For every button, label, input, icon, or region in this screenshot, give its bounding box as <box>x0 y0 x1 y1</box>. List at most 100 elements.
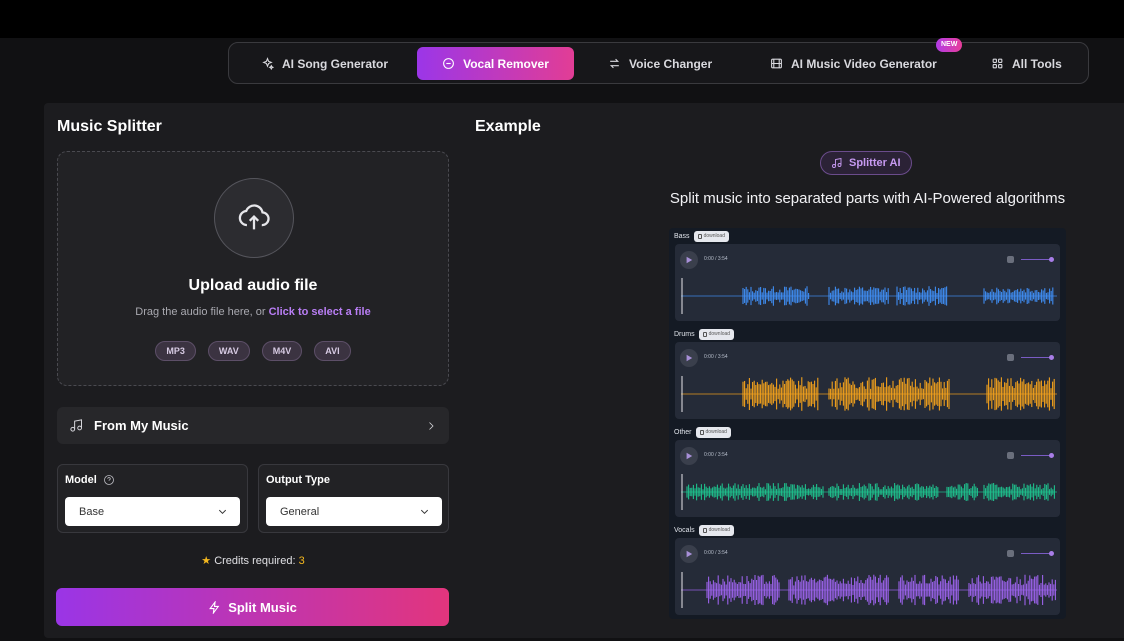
track-header: Other download <box>674 426 731 438</box>
credits-label: Credits required: <box>214 555 296 567</box>
volume-handle[interactable] <box>1049 453 1054 458</box>
minus-circle-icon <box>443 58 454 69</box>
tab-ai-song-generator[interactable]: AI Song Generator <box>261 47 388 80</box>
model-value: Base <box>79 505 105 518</box>
file-icon <box>699 429 704 435</box>
example-title: Example <box>475 118 541 135</box>
track-player: 0:00 / 3:54 <box>675 244 1060 321</box>
chevron-down-icon <box>218 509 227 514</box>
volume-slider[interactable] <box>1021 259 1051 260</box>
volume-handle[interactable] <box>1049 551 1054 556</box>
play-icon <box>686 550 693 558</box>
volume-slider[interactable] <box>1021 553 1051 554</box>
track-name: Bass <box>674 232 690 240</box>
format-badge-mp3: MP3 <box>155 341 196 361</box>
model-group: Model Base <box>57 464 248 533</box>
tab-label: All Tools <box>1012 56 1062 71</box>
download-label: download <box>703 233 725 239</box>
grid-icon <box>992 58 1003 69</box>
volume-handle[interactable] <box>1049 355 1054 360</box>
download-button[interactable]: download <box>698 328 735 340</box>
download-label: download <box>708 527 731 533</box>
upload-hint: Drag the audio file here, or Click to se… <box>58 306 448 318</box>
download-button[interactable]: download <box>693 230 729 242</box>
waveform[interactable] <box>679 570 1057 610</box>
tab-label: Voice Changer <box>629 56 713 71</box>
volume-icon[interactable] <box>1007 452 1014 459</box>
example-subtitle: Split music into separated parts with AI… <box>669 190 1066 207</box>
track-header: Drums download <box>674 328 735 340</box>
tab-all-tools[interactable]: All Tools <box>991 47 1062 80</box>
output-type-value: General <box>280 505 320 518</box>
play-button[interactable] <box>680 349 698 367</box>
top-bar <box>0 0 1124 38</box>
track-header: Vocals download <box>674 524 735 536</box>
volume-icon[interactable] <box>1007 550 1014 557</box>
download-button[interactable]: download <box>695 426 731 438</box>
play-icon <box>686 256 693 264</box>
waveform[interactable] <box>679 276 1057 316</box>
help-icon[interactable] <box>103 474 115 486</box>
upload-dropzone[interactable]: Upload audio file Drag the audio file he… <box>57 151 449 386</box>
chevron-down-icon <box>420 509 429 514</box>
volume-icon[interactable] <box>1007 354 1014 361</box>
upload-button[interactable] <box>214 178 294 258</box>
splitter-ai-badge: Splitter AI <box>820 151 912 175</box>
lightning-icon <box>209 600 220 614</box>
track-time: 0:00 / 3:54 <box>704 452 728 458</box>
split-music-button[interactable]: Split Music <box>56 588 449 626</box>
tools-nav: AI Song Generator Vocal Remover Voice Ch… <box>228 38 1089 84</box>
format-badge-m4v: M4V <box>261 341 303 361</box>
volume-icon[interactable] <box>1007 256 1014 263</box>
track-name: Drums <box>674 330 695 338</box>
tab-vocal-remover[interactable]: Vocal Remover <box>417 47 574 80</box>
format-badge-avi: AVI <box>314 341 351 361</box>
file-icon <box>702 331 707 337</box>
credits-value: 3 <box>298 555 305 567</box>
track-player: 0:00 / 3:54 <box>675 440 1060 517</box>
chevron-right-icon <box>429 421 434 430</box>
swap-icon <box>609 58 620 69</box>
model-select[interactable]: Base <box>65 497 240 526</box>
format-list: MP3 WAV M4V AVI <box>58 341 448 361</box>
waveform[interactable] <box>679 374 1057 414</box>
play-icon <box>686 452 693 460</box>
play-button[interactable] <box>680 251 698 269</box>
output-type-label-text: Output Type <box>266 474 330 486</box>
track-time: 0:00 / 3:54 <box>704 354 728 360</box>
new-badge: NEW <box>936 38 963 52</box>
download-label: download <box>705 429 727 435</box>
download-label: download <box>708 331 731 337</box>
music-note-icon <box>70 419 82 432</box>
volume-slider[interactable] <box>1021 357 1051 358</box>
tab-ai-music-video-generator[interactable]: AI Music Video Generator <box>770 47 937 80</box>
volume-slider[interactable] <box>1021 455 1051 456</box>
film-icon <box>771 58 782 69</box>
download-button[interactable]: download <box>698 524 735 536</box>
select-file-link[interactable]: Click to select a file <box>269 306 371 318</box>
example-preview: Bass download 0:00 / 3:54 Drums download 0:00… <box>669 228 1066 619</box>
play-icon <box>686 354 693 362</box>
split-music-label: Split Music <box>228 599 297 615</box>
sparkle-icon <box>262 57 274 70</box>
play-button[interactable] <box>680 545 698 563</box>
waveform[interactable] <box>679 472 1057 512</box>
star-icon: ★ <box>201 555 212 567</box>
tab-label: Vocal Remover <box>463 56 549 71</box>
file-icon <box>697 233 702 239</box>
credits-required: ★ Credits required: 3 <box>57 554 449 567</box>
track-name: Vocals <box>674 526 695 534</box>
tab-label: AI Song Generator <box>282 56 389 71</box>
output-type-select[interactable]: General <box>266 497 442 526</box>
music-splitter-title: Music Splitter <box>57 118 162 135</box>
play-button[interactable] <box>680 447 698 465</box>
from-my-music-label: From My Music <box>94 418 189 433</box>
file-icon <box>702 527 707 533</box>
track-player: 0:00 / 3:54 <box>675 342 1060 419</box>
tab-voice-changer[interactable]: Voice Changer <box>608 47 712 80</box>
track-player: 0:00 / 3:54 <box>675 538 1060 615</box>
track-time: 0:00 / 3:54 <box>704 550 728 556</box>
music-note-icon <box>832 157 842 168</box>
from-my-music-button[interactable]: From My Music <box>57 407 449 444</box>
volume-handle[interactable] <box>1049 257 1054 262</box>
